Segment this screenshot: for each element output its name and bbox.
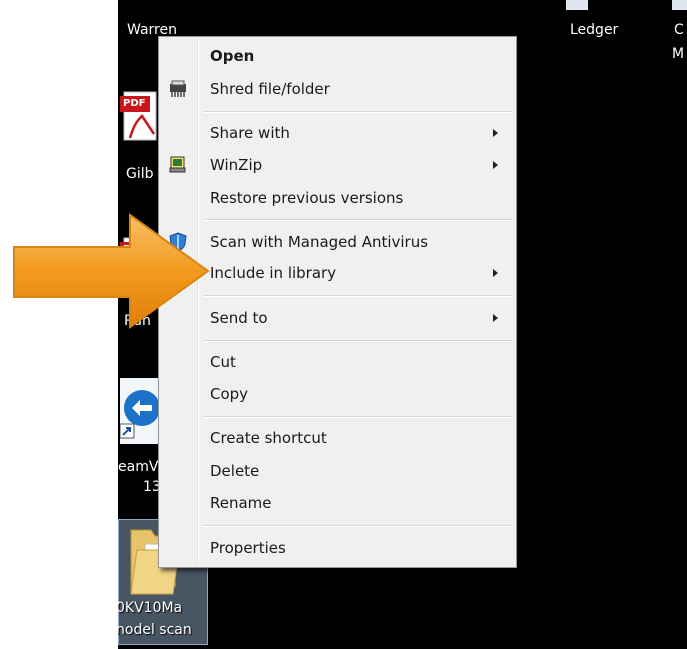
desktop-icon-label-gilb[interactable]: Gilb bbox=[126, 166, 154, 182]
pdf-file-icon[interactable]: PDF bbox=[120, 90, 160, 142]
menu-separator bbox=[203, 295, 512, 297]
folder-label-line1[interactable]: 0KV10Ma bbox=[116, 600, 182, 616]
menu-item-share-with[interactable]: Share with bbox=[159, 118, 516, 148]
menu-separator bbox=[203, 219, 512, 221]
menu-item-delete[interactable]: Delete bbox=[159, 456, 516, 486]
menu-item-cut[interactable]: Cut bbox=[159, 347, 516, 377]
submenu-arrow-icon bbox=[493, 129, 498, 137]
menu-item-label: WinZip bbox=[210, 156, 263, 174]
menu-item-label: Rename bbox=[210, 494, 272, 512]
menu-item-label: Share with bbox=[210, 124, 290, 142]
submenu-arrow-icon bbox=[493, 314, 498, 322]
menu-item-label: Include in library bbox=[210, 264, 337, 282]
menu-item-include-in-library[interactable]: Include in library bbox=[159, 258, 516, 288]
desktop-icon-label-ledger[interactable]: Ledger bbox=[570, 22, 618, 38]
shredder-icon bbox=[168, 79, 188, 99]
menu-item-create-shortcut[interactable]: Create shortcut bbox=[159, 423, 516, 453]
menu-item-label: Properties bbox=[210, 539, 286, 557]
menu-item-copy[interactable]: Copy bbox=[159, 379, 516, 409]
menu-item-properties[interactable]: Properties bbox=[159, 533, 516, 563]
menu-item-label: Restore previous versions bbox=[210, 189, 404, 207]
winzip-icon bbox=[168, 155, 188, 175]
teamviewer-icon[interactable] bbox=[119, 378, 160, 444]
menu-item-label: Scan with Managed Antivirus bbox=[210, 233, 429, 251]
desktop-icon-partial[interactable] bbox=[672, 0, 687, 10]
menu-separator bbox=[203, 525, 512, 527]
menu-item-label: Cut bbox=[210, 353, 236, 371]
menu-separator bbox=[203, 111, 512, 113]
menu-item-send-to[interactable]: Send to bbox=[159, 303, 516, 333]
menu-item-restore-previous-versions[interactable]: Restore previous versions bbox=[159, 183, 516, 213]
menu-separator bbox=[203, 416, 512, 418]
submenu-arrow-icon bbox=[493, 161, 498, 169]
menu-item-label: Delete bbox=[210, 462, 260, 480]
menu-separator bbox=[203, 340, 512, 342]
pdf-badge: PDF bbox=[123, 98, 146, 109]
submenu-arrow-icon bbox=[493, 269, 498, 277]
folder-label-line2[interactable]: nodel scan bbox=[116, 622, 192, 638]
annotation-arrow-icon bbox=[13, 213, 210, 329]
menu-item-open[interactable]: Open bbox=[159, 41, 516, 71]
menu-item-scan-antivirus[interactable]: Scan with Managed Antivirus bbox=[159, 227, 516, 257]
menu-item-label: Send to bbox=[210, 309, 268, 327]
menu-item-label: Copy bbox=[210, 385, 249, 403]
menu-item-label: Create shortcut bbox=[210, 429, 327, 447]
desktop-icon-label-teamviewer[interactable]: eamV bbox=[118, 459, 158, 475]
desktop-icon-label-partial-c[interactable]: C bbox=[674, 22, 684, 38]
menu-item-shred[interactable]: Shred file/folder bbox=[159, 74, 516, 104]
menu-item-label: Open bbox=[210, 47, 255, 65]
desktop-icon-ledger[interactable] bbox=[566, 0, 588, 10]
desktop-icon-label-partial-m[interactable]: M bbox=[672, 46, 684, 62]
menu-item-label: Shred file/folder bbox=[210, 80, 330, 98]
menu-item-winzip[interactable]: WinZip bbox=[159, 150, 516, 180]
menu-item-rename[interactable]: Rename bbox=[159, 488, 516, 518]
